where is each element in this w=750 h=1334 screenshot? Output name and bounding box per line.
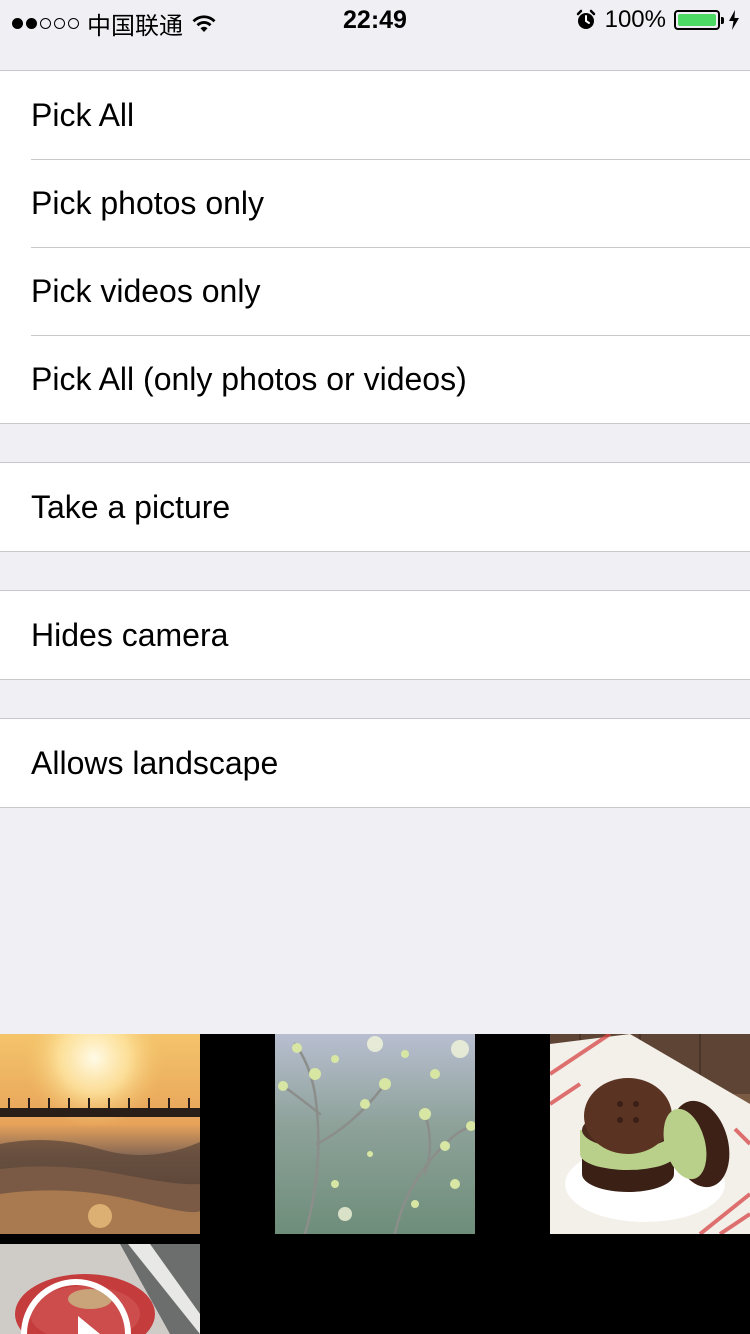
row-label: Pick videos only xyxy=(31,272,261,309)
row-pick-photos-only[interactable]: Pick photos only xyxy=(0,159,750,247)
status-bar: 中国联通 22:49 100% xyxy=(0,0,750,40)
video-dog-thumbnail[interactable] xyxy=(0,1244,200,1334)
selected-photos-grid[interactable] xyxy=(0,1034,750,1334)
camera-section: Take a picture xyxy=(0,462,750,552)
row-label: Take a picture xyxy=(31,488,231,525)
row-hides-camera[interactable]: Hides camera xyxy=(0,591,750,679)
row-label: Hides camera xyxy=(31,616,229,653)
sandwich-cookie-photo[interactable] xyxy=(550,1034,750,1234)
battery-percent: 100% xyxy=(604,6,666,33)
status-right: 100% xyxy=(575,6,740,34)
hide-camera-section: Hides camera xyxy=(0,590,750,680)
picker-options-section: Pick All Pick photos only Pick videos on… xyxy=(0,70,750,424)
row-pick-videos-only[interactable]: Pick videos only xyxy=(0,247,750,335)
alarm-clock-icon xyxy=(576,9,595,29)
charging-bolt-icon xyxy=(729,10,739,30)
row-label: Pick photos only xyxy=(31,184,265,221)
row-label: Pick All (only photos or videos) xyxy=(31,360,467,397)
row-take-a-picture[interactable]: Take a picture xyxy=(0,463,750,551)
row-label: Pick All xyxy=(31,96,135,133)
row-pick-all-only-photos-or-videos[interactable]: Pick All (only photos or videos) xyxy=(0,335,750,423)
row-pick-all[interactable]: Pick All xyxy=(0,71,750,159)
battery-icon xyxy=(674,10,724,30)
sunset-pier-photo[interactable] xyxy=(0,1034,200,1234)
row-label: Allows landscape xyxy=(31,744,279,781)
landscape-section: Allows landscape xyxy=(0,718,750,808)
row-allows-landscape[interactable]: Allows landscape xyxy=(0,719,750,807)
blossom-branch-photo[interactable] xyxy=(275,1034,475,1234)
